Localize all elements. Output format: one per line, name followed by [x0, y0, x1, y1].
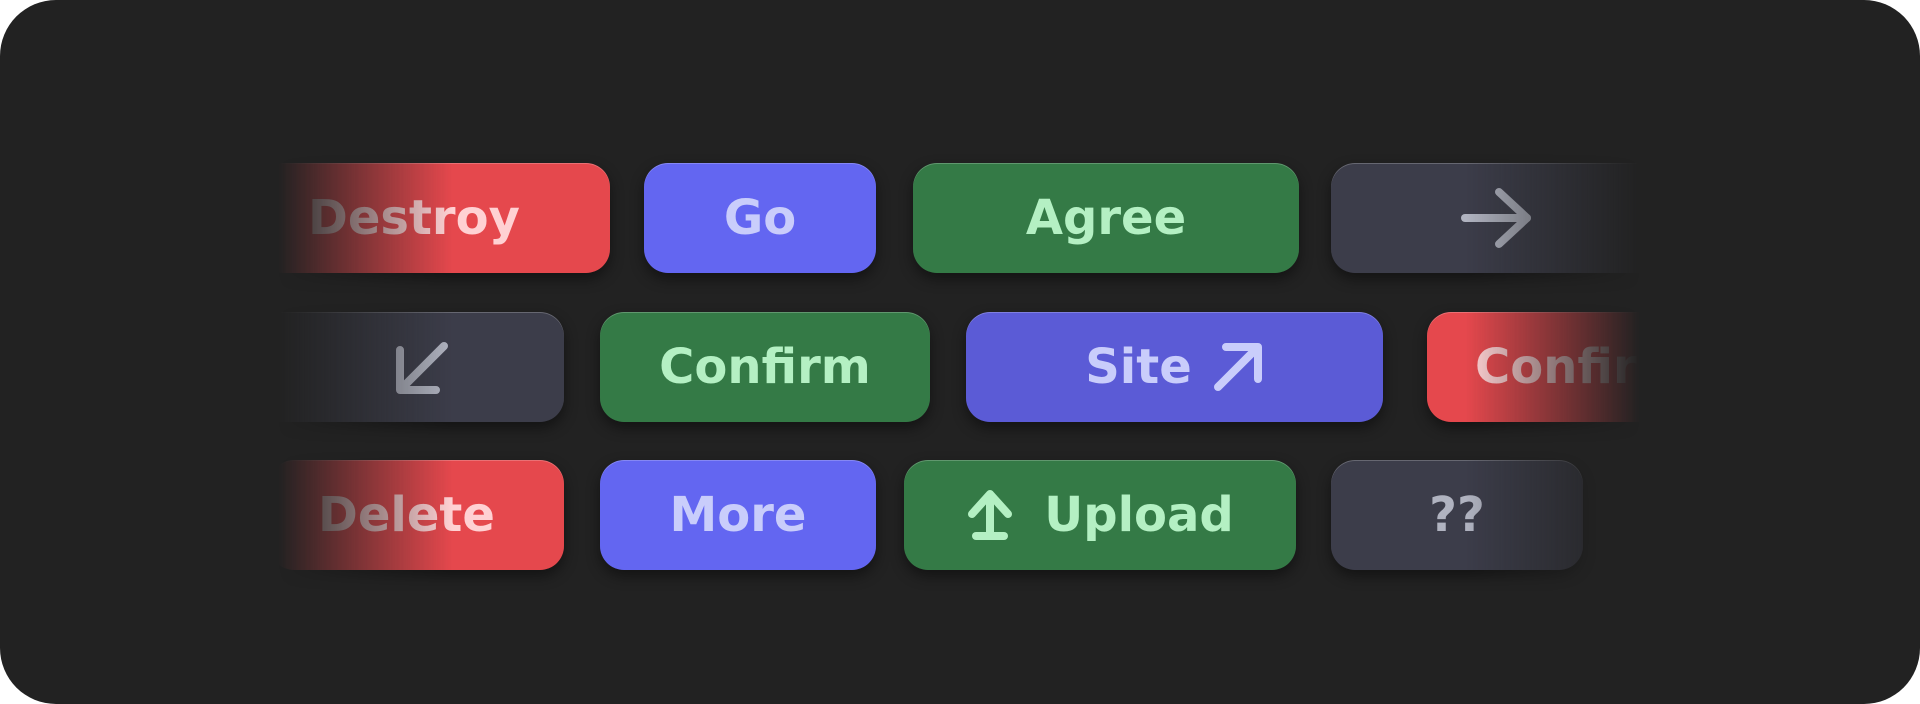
button-gallery: Destroy Go Agree Confirm Site Confirm De…	[0, 0, 1920, 704]
arrow-down-left-button[interactable]	[246, 312, 564, 422]
more-button[interactable]: More	[600, 460, 876, 570]
showcase-card: Destroy Go Agree Confirm Site Confirm De…	[0, 0, 1920, 704]
agree-button[interactable]: Agree	[913, 163, 1299, 273]
upload-button[interactable]: Upload	[904, 460, 1296, 570]
destroy-button[interactable]: Destroy	[260, 163, 610, 273]
arrow-down-left-icon	[394, 338, 452, 396]
go-button[interactable]: Go	[644, 163, 876, 273]
arrow-right-icon	[1459, 186, 1535, 250]
unknown-button-label: ??	[1429, 487, 1485, 543]
site-button[interactable]: Site	[966, 312, 1383, 422]
delete-button[interactable]: Delete	[270, 460, 564, 570]
more-button-label: More	[669, 487, 807, 543]
destroy-button-label: Destroy	[308, 190, 520, 246]
delete-button-label: Delete	[318, 487, 495, 543]
unknown-button[interactable]: ??	[1331, 460, 1583, 570]
confirm-button[interactable]: Confirm	[600, 312, 930, 422]
site-button-label: Site	[1085, 339, 1192, 395]
arrow-right-button[interactable]	[1331, 163, 1679, 273]
agree-button-label: Agree	[1025, 190, 1187, 246]
confirm-button-label: Confirm	[659, 339, 871, 395]
confirm-destructive-button-label: Confirm	[1475, 339, 1687, 395]
confirm-destructive-button[interactable]: Confirm	[1427, 312, 1787, 422]
arrow-up-icon	[966, 488, 1014, 542]
go-button-label: Go	[723, 190, 797, 246]
upload-button-label: Upload	[1044, 487, 1234, 543]
arrow-up-right-icon	[1212, 341, 1264, 393]
